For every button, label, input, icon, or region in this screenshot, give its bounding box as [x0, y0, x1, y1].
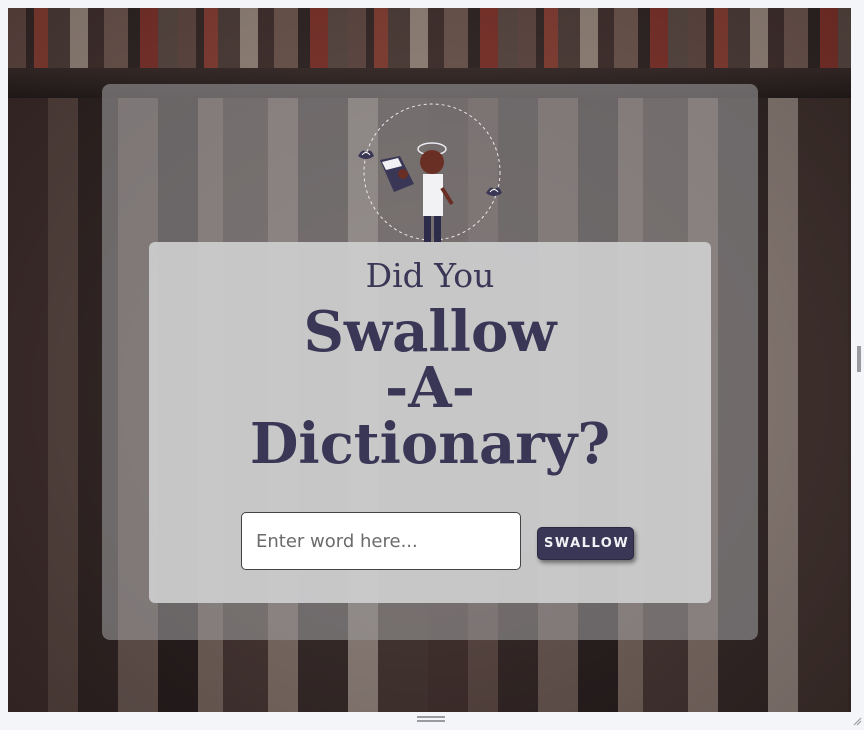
leaf-icon: [358, 150, 374, 159]
resize-handle-icon[interactable]: [417, 716, 445, 724]
page-title: Swallow -A- Dictionary?: [149, 304, 711, 472]
title-line: -A-: [385, 355, 475, 421]
title-line: Swallow: [303, 299, 557, 365]
reading-figure-logo-icon: [358, 103, 502, 242]
resize-handle-icon[interactable]: [857, 346, 861, 372]
title-line: Dictionary?: [249, 411, 611, 477]
resize-grip-icon[interactable]: [852, 716, 862, 726]
leaf-icon: [486, 187, 502, 196]
swallow-button[interactable]: SWALLOW: [537, 527, 634, 560]
word-search-input[interactable]: [241, 512, 521, 570]
subtitle: Did You: [365, 256, 495, 295]
